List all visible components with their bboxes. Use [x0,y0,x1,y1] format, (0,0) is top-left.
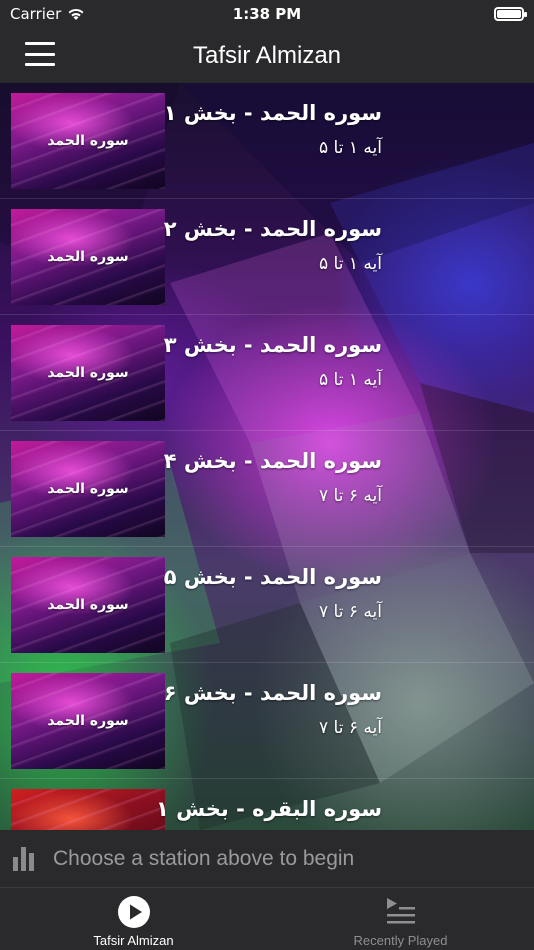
track-thumbnail: سوره الحمد [11,93,165,189]
list-item[interactable]: سوره البقره - بخش ۱ [0,779,534,830]
track-subtitle: آیه ۱ تا ۵ [319,370,382,390]
equalizer-icon [13,846,39,871]
track-title: سوره البقره - بخش ۱ [155,797,382,821]
thumbnail-label: سوره الحمد [47,481,129,497]
carrier-label: Carrier [10,5,62,23]
play-circle-icon [117,896,150,928]
track-thumbnail: سوره الحمد [11,557,165,653]
now-playing-bar[interactable]: Choose a station above to begin [0,830,534,887]
track-subtitle: آیه ۶ تا ۷ [319,486,382,506]
navigation-bar: Tafsir Almizan [0,28,534,83]
tab-tafsir-almizan[interactable]: Tafsir Almizan [0,888,267,950]
thumbnail-label: سوره الحمد [47,713,129,729]
thumbnail-label: سوره الحمد [47,249,129,265]
thumbnail-label: سوره الحمد [47,365,129,381]
track-title: سوره الحمد - بخش ۴ [163,449,382,473]
track-thumbnail: سوره الحمد [11,325,165,421]
track-subtitle: آیه ۱ تا ۵ [319,138,382,158]
thumbnail-label: سوره الحمد [47,133,129,149]
track-subtitle: آیه ۶ تا ۷ [319,718,382,738]
track-thumbnail: سوره الحمد [11,441,165,537]
track-subtitle: آیه ۱ تا ۵ [319,254,382,274]
tab-recently-played[interactable]: Recently Played [267,888,534,950]
menu-line [25,42,55,45]
status-left: Carrier [10,5,85,23]
playlist-icon [386,898,415,924]
tab-label: Recently Played [353,933,448,948]
track-subtitle: آیه ۶ تا ۷ [319,602,382,622]
menu-line [25,63,55,66]
battery-icon [494,7,527,21]
tab-label: Tafsir Almizan [93,933,174,948]
page-title: Tafsir Almizan [192,41,342,69]
thumbnail-label: سوره الحمد [47,597,129,613]
list-item[interactable]: سوره الحمد سوره الحمد - بخش ۲ آیه ۱ تا ۵ [0,199,534,315]
track-thumbnail [11,789,165,830]
list-item[interactable]: سوره الحمد سوره الحمد - بخش ۴ آیه ۶ تا ۷ [0,431,534,547]
list-item[interactable]: سوره الحمد سوره الحمد - بخش ۵ آیه ۶ تا ۷ [0,547,534,663]
track-title: سوره الحمد - بخش ۲ [163,217,382,241]
track-thumbnail: سوره الحمد [11,209,165,305]
track-title: سوره الحمد - بخش ۵ [163,565,382,589]
track-title: سوره الحمد - بخش ۳ [163,333,382,357]
status-bar: Carrier 1:38 PM [0,0,534,28]
track-thumbnail: سوره الحمد [11,673,165,769]
list-item[interactable]: سوره الحمد سوره الحمد - بخش ۳ آیه ۱ تا ۵ [0,315,534,431]
now-playing-text: Choose a station above to begin [53,846,355,870]
list-item[interactable]: سوره الحمد سوره الحمد - بخش ۶ آیه ۶ تا ۷ [0,663,534,779]
menu-line [25,52,55,56]
hamburger-menu-button[interactable] [25,42,55,66]
track-title: سوره الحمد - بخش ۶ [163,681,382,705]
list-item[interactable]: سوره الحمد سوره الحمد - بخش ۱ آیه ۱ تا ۵ [0,83,534,199]
track-list[interactable]: سوره الحمد سوره الحمد - بخش ۱ آیه ۱ تا ۵… [0,83,534,830]
tab-bar: Tafsir Almizan Recently Played [0,887,534,950]
track-title: سوره الحمد - بخش ۱ [163,101,382,125]
wifi-icon [68,8,84,20]
